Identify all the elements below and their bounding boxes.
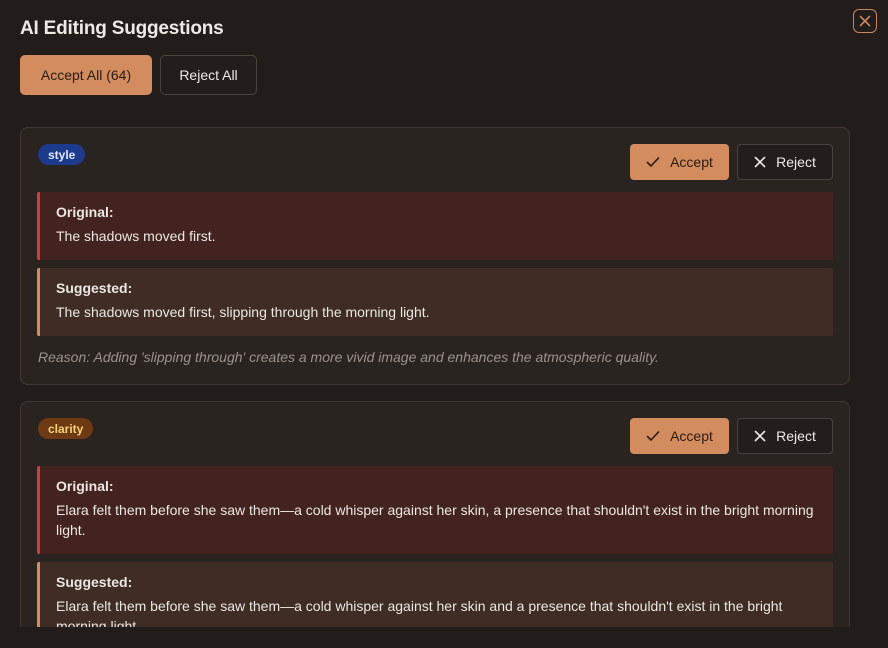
original-block: Original: Elara felt them before she saw… bbox=[37, 466, 833, 554]
reject-label: Reject bbox=[776, 428, 816, 444]
reject-label: Reject bbox=[776, 154, 816, 170]
category-badge: style bbox=[38, 144, 86, 165]
accept-label: Accept bbox=[670, 428, 713, 444]
reject-all-button[interactable]: Reject All bbox=[160, 55, 257, 95]
original-text: Elara felt them before she saw them—a co… bbox=[56, 502, 814, 538]
reject-button[interactable]: Reject bbox=[737, 144, 833, 180]
close-button[interactable] bbox=[853, 9, 877, 33]
bulk-actions: Accept All (64) Reject All bbox=[20, 55, 257, 95]
accept-button[interactable]: Accept bbox=[630, 144, 729, 180]
original-label: Original: bbox=[56, 478, 114, 494]
ai-suggestions-dialog: AI Editing Suggestions Accept All (64) R… bbox=[0, 0, 888, 648]
reason-text: Reason: Adding 'slipping through' create… bbox=[38, 349, 659, 365]
check-icon bbox=[646, 431, 660, 441]
suggestion-actions: Accept Reject bbox=[630, 144, 833, 180]
suggestions-scroll-area[interactable]: AI Editing Suggestions Accept All (64) R… bbox=[0, 0, 888, 627]
accept-label: Accept bbox=[670, 154, 713, 170]
suggested-text: Elara felt them before she saw them—a co… bbox=[56, 598, 783, 627]
check-icon bbox=[646, 157, 660, 167]
x-icon bbox=[754, 156, 766, 168]
suggested-block: Suggested: Elara felt them before she sa… bbox=[37, 562, 833, 627]
suggested-block: Suggested: The shadows moved first, slip… bbox=[37, 268, 833, 336]
suggestion-card: style Accept Reject Original: The shadow… bbox=[20, 127, 850, 385]
suggestion-actions: Accept Reject bbox=[630, 418, 833, 454]
dialog-title: AI Editing Suggestions bbox=[20, 18, 224, 39]
accept-button[interactable]: Accept bbox=[630, 418, 729, 454]
close-icon bbox=[859, 15, 871, 27]
suggested-text: The shadows moved first, slipping throug… bbox=[56, 304, 430, 320]
x-icon bbox=[754, 430, 766, 442]
original-text: The shadows moved first. bbox=[56, 228, 216, 244]
dialog-footer bbox=[0, 627, 888, 648]
suggested-label: Suggested: bbox=[56, 574, 133, 590]
suggested-label: Suggested: bbox=[56, 280, 133, 296]
accept-all-button[interactable]: Accept All (64) bbox=[20, 55, 152, 95]
category-badge: clarity bbox=[38, 418, 94, 439]
original-label: Original: bbox=[56, 204, 114, 220]
reject-button[interactable]: Reject bbox=[737, 418, 833, 454]
original-block: Original: The shadows moved first. bbox=[37, 192, 833, 260]
suggestion-card: clarity Accept Reject Original: Elara fe… bbox=[20, 401, 850, 627]
